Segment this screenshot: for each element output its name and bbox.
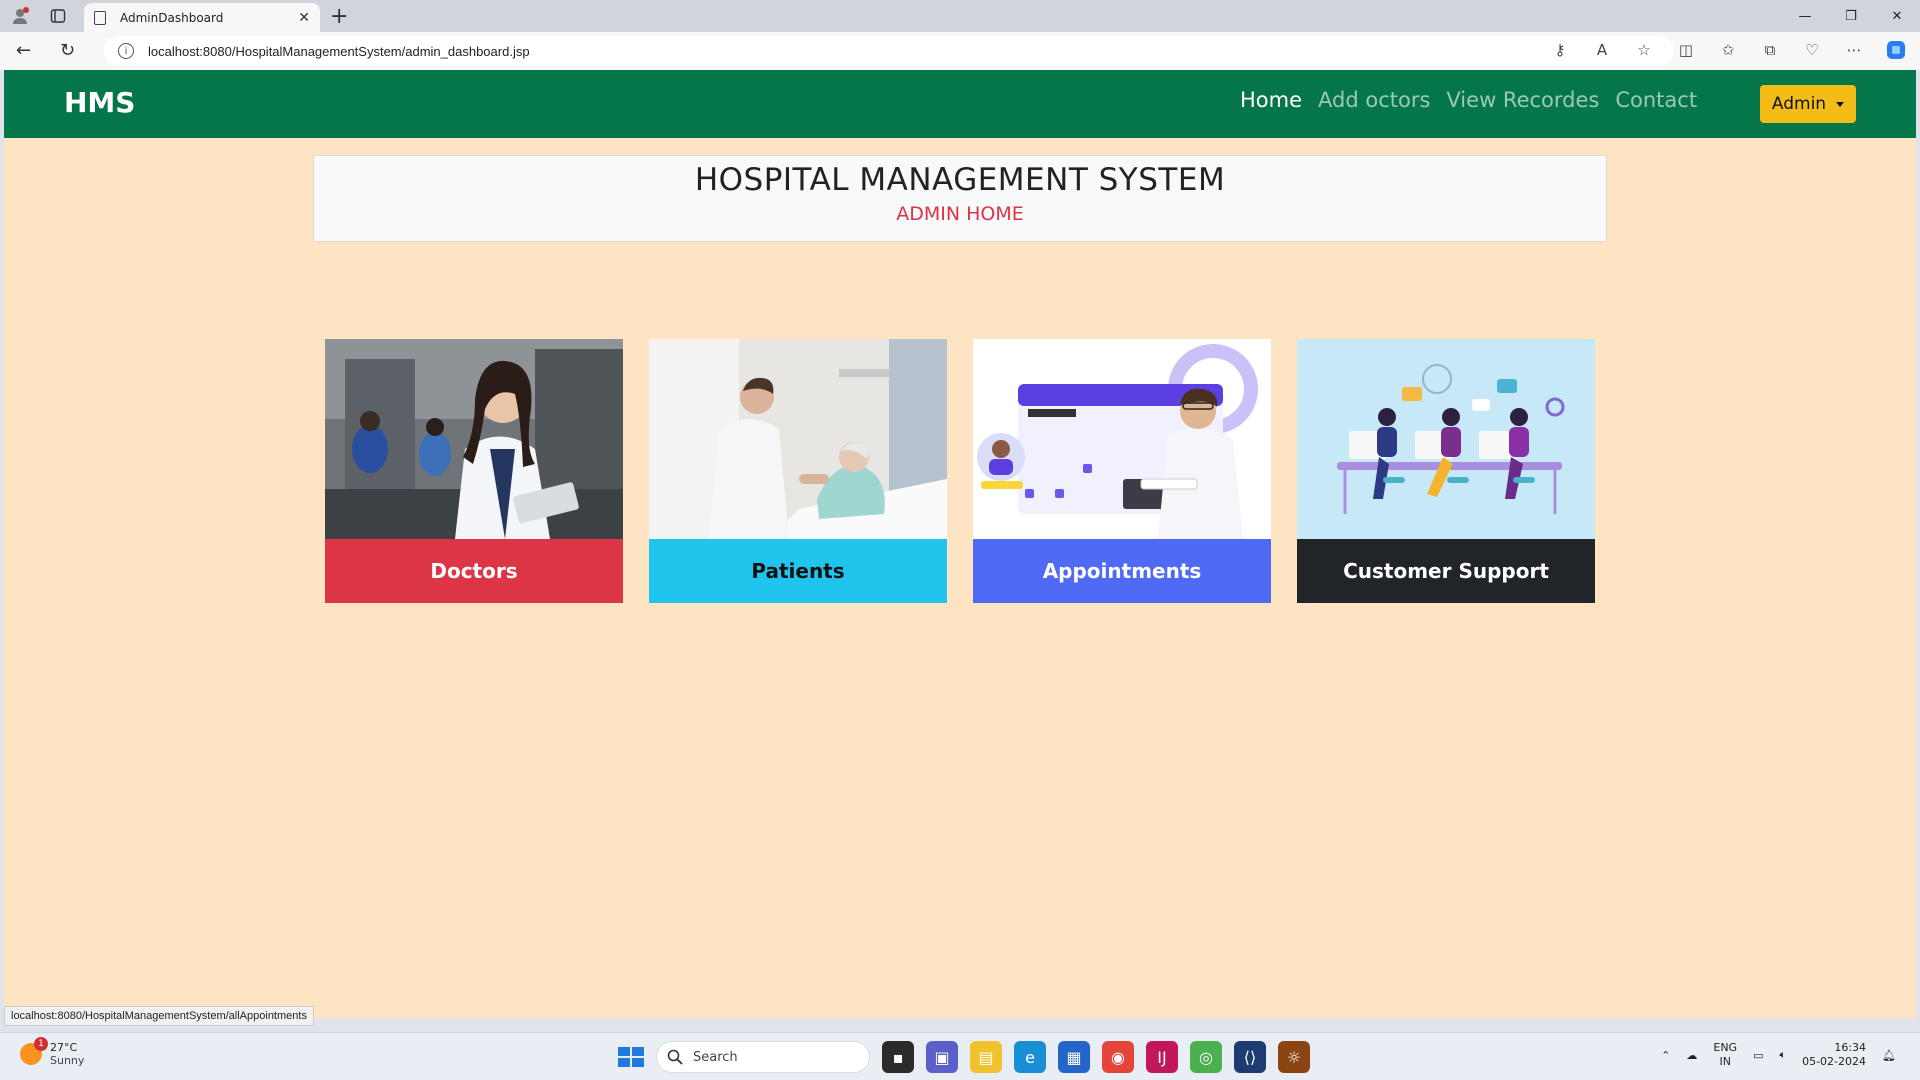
back-icon[interactable]: ← — [16, 40, 31, 61]
display-icon[interactable]: ▭ — [1753, 1049, 1763, 1062]
address-bar: ← ↻ i localhost:8080/HospitalManagementS… — [0, 32, 1920, 70]
collections-icon[interactable]: ⧉ — [1758, 36, 1782, 64]
support-illustration — [1297, 339, 1595, 539]
card-doctors[interactable]: Doctors — [325, 339, 623, 603]
vscode-icon[interactable]: ⟨⟩ — [1234, 1041, 1266, 1073]
nav-home[interactable]: Home — [1240, 88, 1302, 112]
card-appointments[interactable]: Appointments — [973, 339, 1271, 603]
nav-view-records[interactable]: View Recordes — [1446, 88, 1599, 112]
start-icon[interactable] — [612, 1041, 644, 1073]
search-placeholder: Search — [693, 1049, 738, 1065]
copilot-icon[interactable] — [1884, 36, 1908, 64]
chevron-up-icon[interactable]: ⌃ — [1661, 1049, 1670, 1062]
refresh-icon[interactable]: ↻ — [60, 40, 75, 61]
notification-bell-icon[interactable]: 🔔︎ — [1882, 1049, 1896, 1062]
read-aloud-icon[interactable]: A — [1590, 36, 1614, 64]
nav-contact[interactable]: Contact — [1615, 88, 1697, 112]
more-icon[interactable]: ⋯ — [1842, 36, 1866, 64]
nav-links: Home Add octors View Recordes Contact — [1240, 88, 1697, 112]
doctor-photo — [325, 339, 623, 539]
new-tab-icon[interactable]: + — [330, 4, 348, 29]
card-appointments-label: Appointments — [973, 539, 1271, 603]
patient-photo — [649, 339, 947, 539]
favorites-icon[interactable]: ✩ — [1716, 36, 1740, 64]
card-patients[interactable]: Patients — [649, 339, 947, 603]
key-icon[interactable]: ⚷ — [1548, 36, 1572, 64]
profile-icon[interactable] — [10, 6, 30, 26]
weather-temp: 27°C — [50, 1041, 78, 1054]
url-field[interactable]: i localhost:8080/HospitalManagementSyste… — [104, 36, 1674, 66]
url-text: localhost:8080/HospitalManagementSystem/… — [148, 43, 530, 59]
clock-date: 05-02-2024 — [1802, 1055, 1867, 1068]
browser-essentials-icon[interactable]: ♡ — [1800, 36, 1824, 64]
nav-add-doctors[interactable]: Add octors — [1318, 88, 1430, 112]
admin-dropdown-button[interactable]: Admin — [1760, 85, 1856, 123]
volume-icon[interactable]: 🔈︎ — [1779, 1048, 1786, 1062]
teams-icon[interactable]: ▣ — [926, 1041, 958, 1073]
language-indicator[interactable]: ENG IN — [1713, 1041, 1737, 1069]
notification-badge: 1 — [34, 1037, 48, 1051]
tomcat-icon[interactable]: ☼ — [1278, 1041, 1310, 1073]
task-view-icon[interactable]: ▪ — [882, 1041, 914, 1073]
file-explorer-icon[interactable]: ▤ — [970, 1041, 1002, 1073]
info-icon[interactable]: i — [118, 43, 134, 59]
page-title: HOSPITAL MANAGEMENT SYSTEM — [694, 162, 1226, 198]
brand-logo[interactable]: HMS — [64, 86, 135, 119]
hero-banner: HOSPITAL MANAGEMENT SYSTEM ADMIN HOME — [313, 155, 1607, 242]
taskbar-search[interactable]: Search — [656, 1041, 870, 1073]
card-doctors-label: Doctors — [325, 539, 623, 603]
top-navbar: HMS Home Add octors View Recordes Contac… — [4, 70, 1916, 138]
card-customer-support-label: Customer Support — [1297, 539, 1595, 603]
close-window-icon[interactable]: ✕ — [1874, 0, 1920, 32]
weather-desc: Sunny — [50, 1054, 85, 1067]
search-icon — [667, 1049, 683, 1065]
intellij-icon[interactable]: IJ — [1146, 1041, 1178, 1073]
network-off-icon[interactable]: ☁ — [1686, 1049, 1697, 1062]
edge-icon[interactable]: e — [1014, 1041, 1046, 1073]
store-icon[interactable]: ▦ — [1058, 1041, 1090, 1073]
browser-tab[interactable]: AdminDashboard ✕ — [84, 3, 320, 32]
admin-label: Admin — [1771, 94, 1827, 114]
favorite-star-icon[interactable]: ☆ — [1632, 36, 1656, 64]
lang-top: ENG — [1713, 1041, 1738, 1054]
chrome-profile-icon[interactable]: ◎ — [1190, 1041, 1222, 1073]
appointment-illustration — [973, 339, 1271, 539]
minimize-icon[interactable]: — — [1782, 0, 1828, 32]
tab-actions-icon[interactable] — [48, 6, 68, 26]
close-tab-icon[interactable]: ✕ — [298, 10, 310, 26]
system-clock[interactable]: 16:34 05-02-2024 — [1802, 1041, 1866, 1069]
restore-icon[interactable]: ❐ — [1828, 0, 1874, 32]
chrome-icon[interactable]: ◉ — [1102, 1041, 1134, 1073]
sun-icon: 1 — [20, 1037, 48, 1065]
lang-bottom: IN — [1719, 1055, 1731, 1068]
page-viewport: HMS Home Add octors View Recordes Contac… — [4, 70, 1916, 1018]
split-screen-icon[interactable]: ◫ — [1674, 36, 1698, 64]
page-subtitle: ADMIN HOME — [896, 203, 1024, 225]
windows-taskbar: 1 27°C Sunny Search ▪ ▣ ▤ e ▦ ◉ IJ ◎ ⟨⟩ … — [0, 1032, 1920, 1080]
clock-time: 16:34 — [1834, 1041, 1867, 1054]
browser-tab-bar: AdminDashboard ✕ + — ❐ ✕ — [0, 0, 1920, 32]
caret-down-icon — [1836, 101, 1845, 107]
tab-title: AdminDashboard — [120, 10, 224, 25]
status-url-tooltip: localhost:8080/HospitalManagementSystem/… — [4, 1006, 314, 1026]
card-customer-support[interactable]: Customer Support — [1297, 339, 1595, 603]
weather-widget[interactable]: 1 27°C Sunny — [20, 1037, 85, 1067]
page-icon — [94, 10, 106, 25]
card-patients-label: Patients — [649, 539, 947, 603]
